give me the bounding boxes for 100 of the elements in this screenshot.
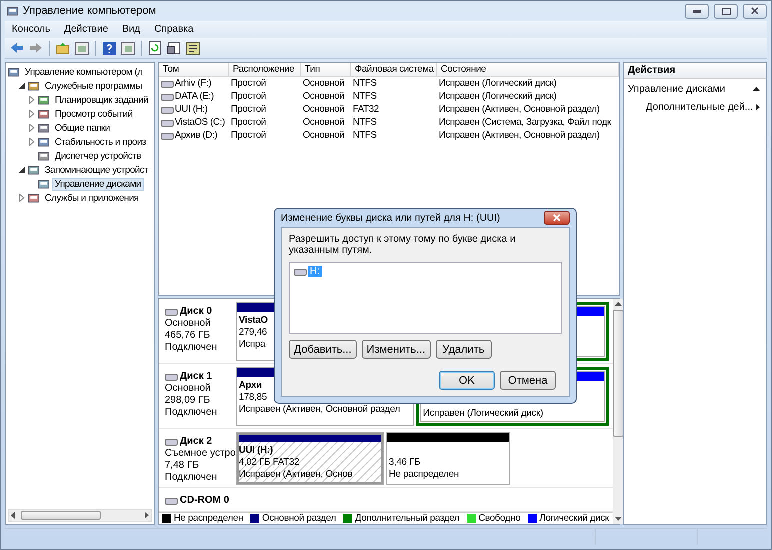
partition-status: Испра [239,339,266,350]
dialog-button[interactable]: Изменить... [362,340,431,359]
table-cell: Основной [303,90,345,103]
back-button[interactable] [9,40,25,56]
disk-name: Диск 2 [180,436,212,448]
column-header[interactable]: Состояние [437,63,619,77]
tree-item[interactable]: Управление компьютером (л [22,66,146,78]
minimize-icon [693,10,701,12]
column-header[interactable]: Том [159,63,229,77]
maximize-button[interactable] [714,4,738,18]
partition-status: Исправен (Логический диск) [423,408,544,419]
collapsed-arrow-icon[interactable] [28,138,36,146]
console-icon [28,192,40,204]
console-icon [28,164,40,176]
partition-size: 279,46 [239,327,268,338]
table-cell: Исправен (Активен, Основной раздел) [439,129,600,142]
drive-icon [161,106,174,114]
table-cell: DATA (E:) [175,90,214,103]
menu-item[interactable]: Действие [57,24,116,35]
disk-type: Основной [165,383,212,395]
table-cell: UUI (H:) [175,103,208,116]
table-cell: Архив (D:) [175,129,218,142]
partition-size: 4,02 ГБ FAT32 [239,457,300,468]
submenu-arrow-icon[interactable] [756,104,760,110]
console-icon [38,150,50,162]
table-cell: Основной [303,103,345,116]
column-header[interactable]: Расположение [229,63,301,77]
expanded-arrow-icon[interactable] [18,166,26,174]
tree-item[interactable]: Просмотр событий [52,108,136,120]
collapse-arrow-icon[interactable] [753,87,760,91]
partition[interactable]: UUI (H:) 4,02 ГБ FAT32 Исправен (Активен, Основ [236,432,384,485]
console-icon [38,136,50,148]
folder-up-button[interactable] [55,40,71,56]
disk-name: Диск 1 [180,371,212,383]
tree-item[interactable]: Служебные программы [42,80,146,92]
vertical-scrollbar[interactable] [613,299,624,524]
table-cell: Исправен (Система, Загрузка, Файл подк [439,116,612,129]
collapsed-arrow-icon[interactable] [28,96,36,104]
tree-item[interactable]: Стабильность и произ [52,136,150,148]
help-button[interactable] [101,40,117,56]
properties-button[interactable] [166,40,182,56]
menu-item[interactable]: Вид [115,24,148,35]
scroll-left-icon[interactable] [11,512,15,519]
tree-item[interactable]: Службы и приложения [42,192,142,204]
drive-icon [165,497,178,505]
maximize-icon [722,8,730,14]
tree-item[interactable]: Управление дисками [52,178,144,190]
legend-label: Основной раздел [262,513,336,524]
console-icon [38,94,50,106]
legend-label: Свободно [478,513,521,524]
menu-item[interactable]: Консоль [5,24,58,35]
partition-status: Исправен (Активен, Основной раздел [239,404,400,415]
dialog-button[interactable]: Удалить [436,340,492,359]
table-cell: FAT32 [353,103,380,116]
table-cell: Основной [303,77,345,90]
collapsed-arrow-icon[interactable] [28,124,36,132]
panel-button[interactable] [74,40,90,56]
refresh-button[interactable] [147,40,163,56]
disk-settings-button[interactable] [185,40,201,56]
console-icon [38,122,50,134]
cancel-button[interactable]: Отмена [500,371,556,390]
drive-icon [165,308,178,316]
scroll-down-icon[interactable] [615,517,622,521]
collapsed-arrow-icon[interactable] [18,194,26,202]
collapsed-arrow-icon[interactable] [28,110,36,118]
disk-type: Съемное устро [165,448,236,460]
table-cell: Исправен (Логический диск) [439,90,557,103]
table-cell: Простой [231,129,266,142]
table-cell: Простой [231,90,266,103]
expanded-arrow-icon[interactable] [18,82,26,90]
action-section[interactable]: Управление дисками [628,84,726,94]
disk-size: 465,76 ГБ [165,330,212,342]
ok-button[interactable]: OK [439,371,495,390]
tree-item[interactable]: Планировщик заданий [52,94,152,106]
drive-icon [161,80,174,88]
tree-item[interactable]: Диспетчер устройств [52,150,144,162]
partition-size: 3,46 ГБ [389,457,421,468]
column-header[interactable]: Тип [301,63,351,77]
action-item[interactable]: Дополнительные дей... [646,102,754,112]
partition[interactable]: 3,46 ГБ Не распределен [386,432,510,485]
dialog-title: Изменение буквы диска или путей для H: (UUI) [281,212,500,224]
table-cell: Простой [231,77,266,90]
partition-name: VistaO [239,315,268,326]
tree-item[interactable]: Запоминающие устройст [42,164,152,176]
disk-status: Подключен [165,407,218,419]
tree-item[interactable]: Общие папки [52,122,114,134]
column-header[interactable]: Файловая система [351,63,437,77]
scroll-up-icon[interactable] [615,302,622,306]
table-cell: Arhiv (F:) [175,77,212,90]
horizontal-scrollbar[interactable] [8,509,152,522]
close-button[interactable] [544,211,570,225]
dialog-button[interactable]: Добавить... [289,340,357,359]
menu-item[interactable]: Справка [147,24,201,35]
legend-label: Не распределен [174,513,244,524]
drive-icon [294,268,307,276]
close-button[interactable] [743,4,767,18]
minimize-button[interactable] [685,4,709,18]
panel-button[interactable] [120,40,136,56]
scroll-right-icon[interactable] [145,512,149,519]
console-icon [7,6,19,16]
